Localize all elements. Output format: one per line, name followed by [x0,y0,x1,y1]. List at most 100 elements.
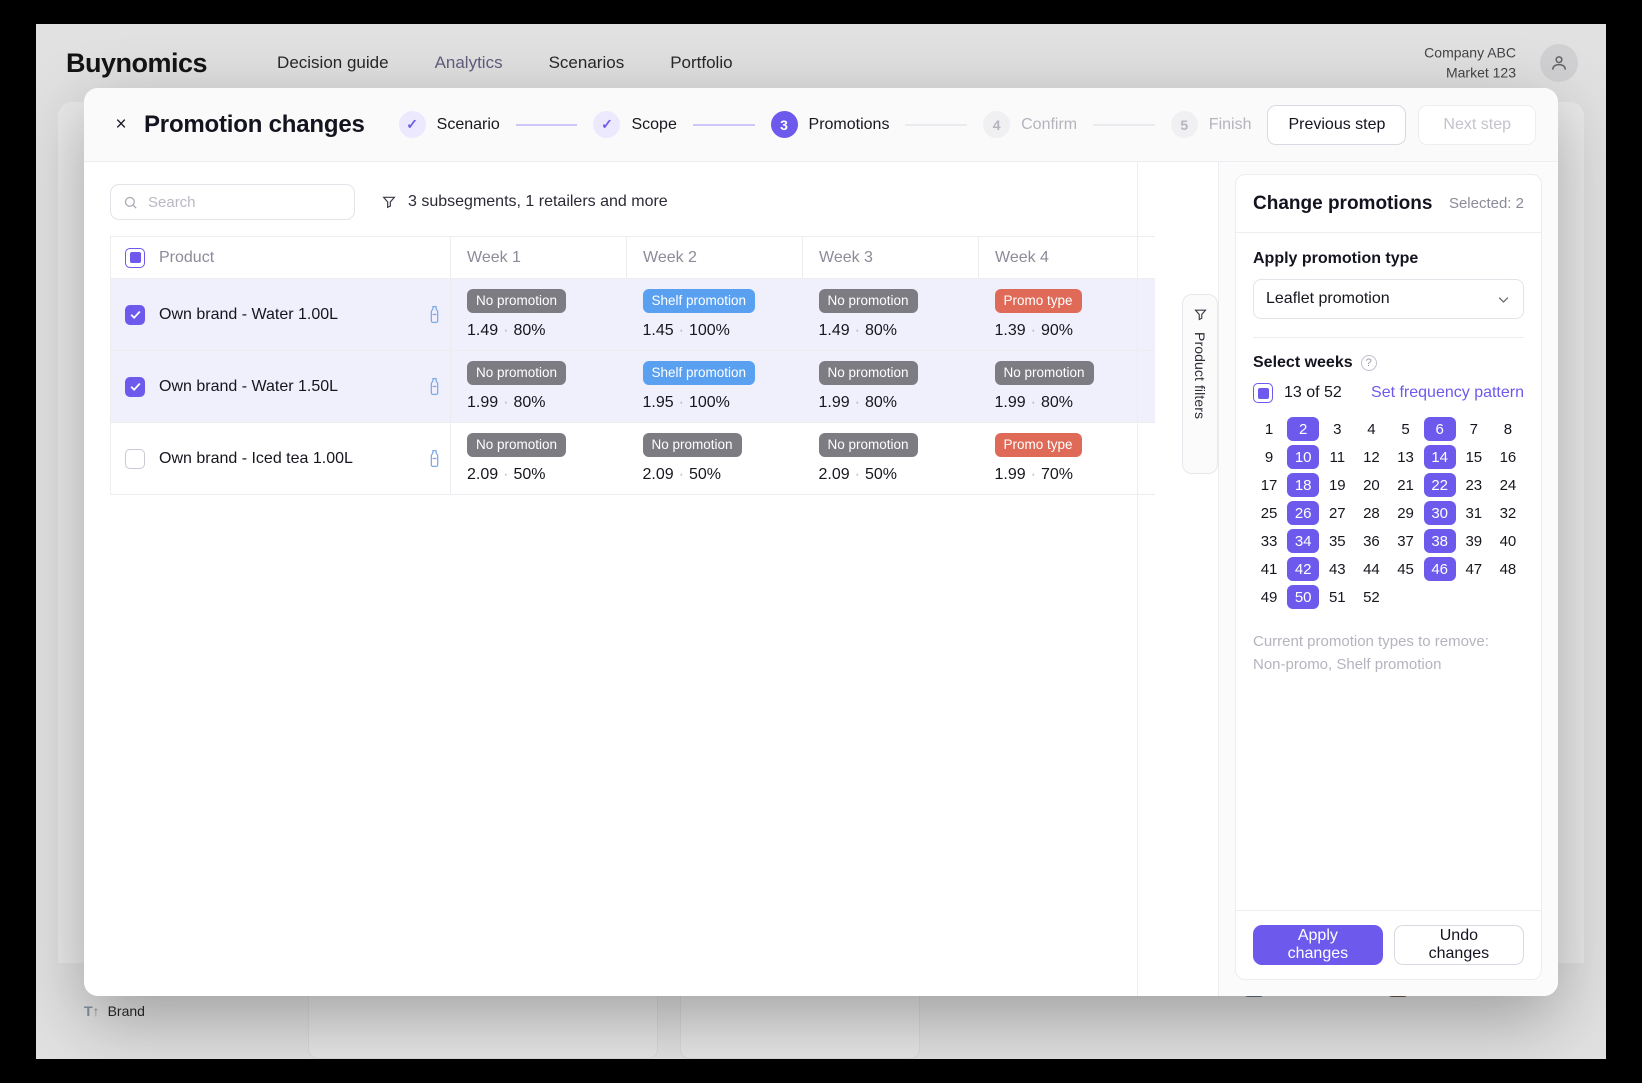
cell-week-3[interactable]: No promotion 1.99 · 80% [802,350,979,423]
table-row[interactable]: Own brand - Water 1.50L No promotion 1.9… [110,350,1155,423]
week-cell-51[interactable]: 51 [1321,585,1353,609]
week-cell-7[interactable]: 7 [1458,417,1490,441]
product-filters-tab[interactable]: Product filters [1182,294,1218,474]
week-cell-12[interactable]: 12 [1355,445,1387,469]
week-cell-2[interactable]: 2 [1287,417,1320,441]
week-cell-8[interactable]: 8 [1492,417,1524,441]
week-cell-27[interactable]: 27 [1321,501,1353,525]
nav-item-decision-guide[interactable]: Decision guide [277,53,389,73]
week-cell-18[interactable]: 18 [1287,473,1320,497]
week-cell-15[interactable]: 15 [1458,445,1490,469]
step-confirm: 4 Confirm [983,111,1077,138]
week-cell-5[interactable]: 5 [1390,417,1422,441]
search-icon [124,196,137,209]
week-cell-40[interactable]: 40 [1492,529,1524,553]
week-cell-16[interactable]: 16 [1492,445,1524,469]
cell-week-4[interactable]: Promo type 1.99 · 70% [978,422,1155,495]
week-cell-48[interactable]: 48 [1492,557,1524,581]
week-cell-10[interactable]: 10 [1287,445,1320,469]
week-cell-43[interactable]: 43 [1321,557,1353,581]
cell-week-2[interactable]: No promotion 2.09 · 50% [626,422,803,495]
week-cell-17[interactable]: 17 [1253,473,1285,497]
week-cell-25[interactable]: 25 [1253,501,1285,525]
week-cell-50[interactable]: 50 [1287,585,1320,609]
week-cell-31[interactable]: 31 [1458,501,1490,525]
cell-week-2[interactable]: Shelf promotion 1.45 · 100% [626,278,803,351]
step-scenario[interactable]: ✓ Scenario [398,111,500,138]
week-cell-49[interactable]: 49 [1253,585,1285,609]
week-cell-46[interactable]: 46 [1423,557,1456,581]
week-cell-4[interactable]: 4 [1355,417,1387,441]
cell-week-3[interactable]: No promotion 1.49 · 80% [802,278,979,351]
week-cell-21[interactable]: 21 [1390,473,1422,497]
cell-week-2[interactable]: Shelf promotion 1.95 · 100% [626,350,803,423]
row-checkbox[interactable] [125,448,145,469]
week-cell-36[interactable]: 36 [1355,529,1387,553]
promo-tag: Promo type [994,288,1082,314]
week-cell-20[interactable]: 20 [1355,473,1387,497]
week-cell-9[interactable]: 9 [1253,445,1285,469]
table-row[interactable]: Own brand - Water 1.00L No promotion 1.4… [110,278,1155,351]
search-box[interactable] [110,184,355,220]
table-row[interactable]: Own brand - Iced tea 1.00L No promotion [110,422,1155,495]
week-cell-34[interactable]: 34 [1287,529,1320,553]
week-cell-29[interactable]: 29 [1390,501,1422,525]
week-cell-28[interactable]: 28 [1355,501,1387,525]
nav-item-portfolio[interactable]: Portfolio [670,53,732,73]
week-cell-22[interactable]: 22 [1423,473,1456,497]
week-cell-41[interactable]: 41 [1253,557,1285,581]
undo-changes-button[interactable]: Undo changes [1393,925,1524,965]
cell-week-1[interactable]: No promotion 1.49 · 80% [450,278,627,351]
week-cell-45[interactable]: 45 [1390,557,1422,581]
week-cell-23[interactable]: 23 [1458,473,1490,497]
set-frequency-pattern-link[interactable]: Set frequency pattern [1371,384,1524,402]
week-cell-44[interactable]: 44 [1355,557,1387,581]
week-cell-6[interactable]: 6 [1423,417,1456,441]
weeks-grid[interactable]: 1 2 3 4 5 6 7 8 9 10 11 12 13 14 15 16 17 18 19 20 21 22 23 24 2… [1253,417,1524,609]
step-bullet: 5 [1170,111,1198,138]
cell-week-4[interactable]: Promo type 1.39 · 90% [978,278,1155,351]
product-filters-label: Product filters [1192,332,1208,420]
week-cell-35[interactable]: 35 [1321,529,1353,553]
week-cell-38[interactable]: 38 [1423,529,1456,553]
week-cell-1[interactable]: 1 [1253,417,1285,441]
week-cell-3[interactable]: 3 [1321,417,1353,441]
cell-week-4[interactable]: No promotion 1.99 · 80% [978,350,1155,423]
apply-changes-button[interactable]: Apply changes [1253,925,1383,965]
filter-row-brand[interactable]: T↑ Brand [84,1003,308,1019]
cell-week-1[interactable]: No promotion 1.99 · 80% [450,350,627,423]
help-icon[interactable]: ? [1360,355,1377,371]
step-scope[interactable]: ✓ Scope [593,111,677,138]
cell-week-1[interactable]: No promotion 2.09 · 50% [450,422,627,495]
close-icon[interactable]: × [108,112,134,138]
week-cell-33[interactable]: 33 [1253,529,1285,553]
week-cell-13[interactable]: 13 [1390,445,1422,469]
week-cell-42[interactable]: 42 [1287,557,1320,581]
search-input[interactable] [148,193,342,211]
cell-week-3[interactable]: No promotion 2.09 · 50% [802,422,979,495]
week-cell-32[interactable]: 32 [1492,501,1524,525]
row-checkbox[interactable] [125,376,145,397]
filter-summary[interactable]: 3 subsegments, 1 retailers and more [381,193,668,211]
previous-step-button[interactable]: Previous step [1267,104,1407,145]
week-cell-24[interactable]: 24 [1492,473,1524,497]
row-checkbox[interactable] [125,304,145,325]
week-cell-30[interactable]: 30 [1423,501,1456,525]
change-promotions-card: Change promotions Selected: 2 Apply prom… [1235,174,1542,980]
nav-item-analytics[interactable]: Analytics [435,53,503,73]
week-cell-19[interactable]: 19 [1321,473,1353,497]
week-cell-52[interactable]: 52 [1355,585,1387,609]
select-all-checkbox[interactable] [125,247,145,268]
week-cell-11[interactable]: 11 [1321,445,1353,469]
week-cell-26[interactable]: 26 [1287,501,1320,525]
week-cell-47[interactable]: 47 [1458,557,1490,581]
step-connector [515,123,578,126]
avatar[interactable] [1540,44,1578,82]
week-cell-14[interactable]: 14 [1423,445,1456,469]
week-cell-39[interactable]: 39 [1458,529,1490,553]
week-cell-37[interactable]: 37 [1390,529,1422,553]
promotion-type-select[interactable]: Leaflet promotion [1253,279,1524,319]
nav-item-scenarios[interactable]: Scenarios [549,53,625,73]
weeks-select-all-checkbox[interactable] [1253,383,1273,403]
step-promotions[interactable]: 3 Promotions [770,111,889,138]
